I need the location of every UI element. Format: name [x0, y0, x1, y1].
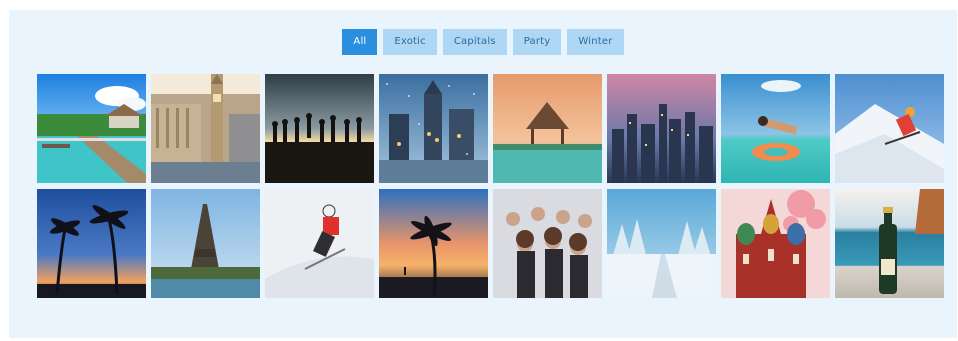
photo-party-crowd[interactable] [493, 189, 602, 298]
photo-palm-beach[interactable] [379, 189, 488, 298]
photo-infinity-pool[interactable] [493, 74, 602, 183]
photo-tropical-resort[interactable] [37, 74, 146, 183]
filter-exotic-button[interactable]: Exotic [383, 29, 437, 55]
filter-winter-button[interactable]: Winter [567, 29, 624, 55]
photo-eiffel-tower[interactable] [151, 189, 260, 298]
photo-london-westminster[interactable] [151, 74, 260, 183]
photo-skier-downhill[interactable] [835, 74, 944, 183]
photo-sunset-crowd[interactable] [265, 74, 374, 183]
photo-palm-sunset[interactable] [37, 189, 146, 298]
photo-champagne[interactable] [835, 189, 944, 298]
filter-capitals-button[interactable]: Capitals [442, 29, 507, 55]
photo-city-skyline[interactable] [607, 74, 716, 183]
photo-st-basils[interactable] [721, 189, 830, 298]
filter-all-button[interactable]: All [342, 29, 378, 55]
gallery-panel: All Exotic Capitals Party Winter [9, 10, 957, 338]
photo-pool-float[interactable] [721, 74, 830, 183]
photo-grid [37, 74, 944, 298]
filter-bar: All Exotic Capitals Party Winter [9, 29, 957, 55]
photo-snowy-forest[interactable] [607, 189, 716, 298]
photo-skier-red[interactable] [265, 189, 374, 298]
filter-party-button[interactable]: Party [512, 29, 562, 55]
photo-snowy-city[interactable] [379, 74, 488, 183]
